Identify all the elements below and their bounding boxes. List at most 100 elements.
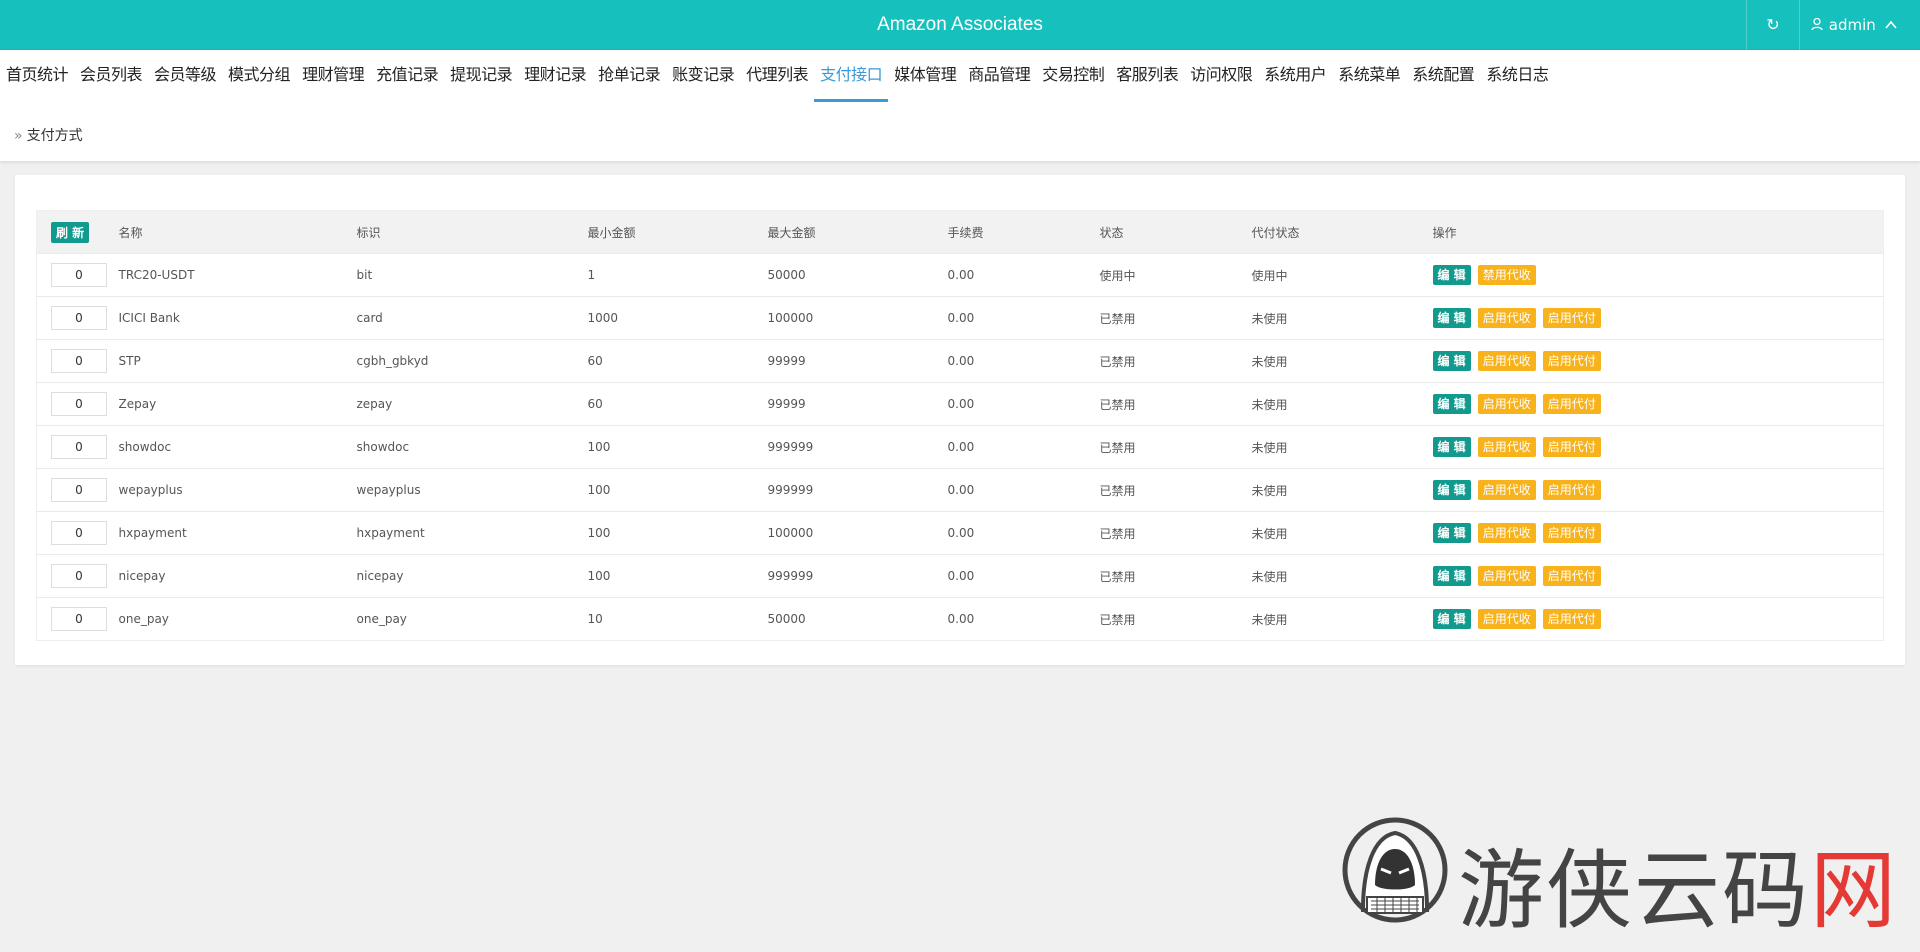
sort-input[interactable]: [51, 435, 107, 459]
max-cell: 100000: [767, 511, 948, 555]
status-cell: 已禁用: [1099, 597, 1252, 641]
fee-cell: 0.00: [947, 425, 1100, 469]
nav-tab-2[interactable]: 会员等级: [148, 60, 222, 106]
nav-tab-5[interactable]: 充值记录: [370, 60, 444, 106]
name-cell: one_pay: [118, 597, 357, 641]
refresh-sort-button[interactable]: 刷 新: [51, 221, 90, 243]
header-sort: 刷 新: [36, 210, 119, 254]
toggle-collection-button[interactable]: 启用代收: [1477, 351, 1536, 371]
page-refresh-button[interactable]: ↻: [1746, 0, 1800, 50]
edit-button[interactable]: 编 辑: [1432, 394, 1471, 414]
user-menu[interactable]: admin: [1810, 0, 1920, 50]
toggle-collection-button[interactable]: 启用代收: [1477, 480, 1536, 500]
main-nav: 首页统计 会员列表 会员等级 模式分组 理财管理 充值记录 提现记录 理财记录 抢单记录 账变记录…: [0, 50, 1920, 161]
status-cell: 已禁用: [1099, 511, 1252, 555]
edit-button[interactable]: 编 辑: [1432, 480, 1471, 500]
edit-button[interactable]: 编 辑: [1432, 351, 1471, 371]
actions-cell: 编 辑禁用代收: [1432, 253, 1884, 297]
fee-cell: 0.00: [947, 382, 1100, 426]
toggle-collection-button[interactable]: 禁用代收: [1477, 265, 1536, 285]
nav-tab-10[interactable]: 代理列表: [740, 60, 814, 106]
agent-status-cell: 未使用: [1251, 511, 1433, 555]
enable-payout-button[interactable]: 启用代付: [1542, 609, 1601, 629]
actions-cell: 编 辑启用代收 启用代付: [1432, 511, 1884, 555]
table-row: wepaypluswepayplus1009999990.00已禁用未使用编 辑…: [36, 468, 1884, 512]
enable-payout-button[interactable]: 启用代付: [1542, 308, 1601, 328]
min-cell: 1000: [587, 296, 768, 340]
double-chevron-right-icon: »: [14, 128, 23, 144]
status-cell: 已禁用: [1099, 425, 1252, 469]
nav-tab-6[interactable]: 提现记录: [444, 60, 518, 106]
toggle-collection-button[interactable]: 启用代收: [1477, 609, 1536, 629]
code-cell: showdoc: [356, 425, 588, 469]
sort-input[interactable]: [51, 478, 107, 502]
edit-button[interactable]: 编 辑: [1432, 437, 1471, 457]
min-cell: 60: [587, 382, 768, 426]
actions-cell: 编 辑启用代收 启用代付: [1432, 597, 1884, 641]
nav-tab-0[interactable]: 首页统计: [0, 60, 74, 106]
sort-input[interactable]: [51, 564, 107, 588]
nav-tab-8[interactable]: 抢单记录: [592, 60, 666, 106]
content-panel: 刷 新 名称 标识 最小金额 最大金额 手续费 状态 代付状态 操作 TRC20…: [15, 175, 1905, 665]
nav-tab-9[interactable]: 账变记录: [666, 60, 740, 106]
nav-tab-13[interactable]: 商品管理: [962, 60, 1036, 106]
code-cell: wepayplus: [356, 468, 588, 512]
sort-input[interactable]: [51, 263, 107, 287]
nav-tab-16[interactable]: 访问权限: [1184, 60, 1258, 106]
toggle-collection-button[interactable]: 启用代收: [1477, 394, 1536, 414]
max-cell: 100000: [767, 296, 948, 340]
agent-status-cell: 使用中: [1251, 253, 1433, 297]
agent-status-cell: 未使用: [1251, 554, 1433, 598]
nav-tab-3[interactable]: 模式分组: [222, 60, 296, 106]
min-cell: 100: [587, 511, 768, 555]
enable-payout-button[interactable]: 启用代付: [1542, 566, 1601, 586]
agent-status-cell: 未使用: [1251, 339, 1433, 383]
fee-cell: 0.00: [947, 511, 1100, 555]
toggle-collection-button[interactable]: 启用代收: [1477, 523, 1536, 543]
header-min: 最小金额: [587, 210, 768, 254]
sort-input[interactable]: [51, 521, 107, 545]
nav-tab-14[interactable]: 交易控制: [1036, 60, 1110, 106]
nav-tab-7[interactable]: 理财记录: [518, 60, 592, 106]
sort-cell: [36, 468, 119, 512]
hooded-hacker-icon: [1342, 817, 1448, 923]
edit-button[interactable]: 编 辑: [1432, 609, 1471, 629]
nav-tab-20[interactable]: 系统日志: [1480, 60, 1554, 106]
nav-tab-15[interactable]: 客服列表: [1110, 60, 1184, 106]
enable-payout-button[interactable]: 启用代付: [1542, 480, 1601, 500]
app-title: Amazon Associates: [877, 14, 1043, 35]
actions-cell: 编 辑启用代收 启用代付: [1432, 339, 1884, 383]
toggle-collection-button[interactable]: 启用代收: [1477, 566, 1536, 586]
table-row: showdocshowdoc1009999990.00已禁用未使用编 辑启用代收…: [36, 425, 1884, 469]
sort-input[interactable]: [51, 349, 107, 373]
max-cell: 50000: [767, 253, 948, 297]
edit-button[interactable]: 编 辑: [1432, 523, 1471, 543]
status-cell: 已禁用: [1099, 339, 1252, 383]
nav-tab-1[interactable]: 会员列表: [74, 60, 148, 106]
sort-cell: [36, 554, 119, 598]
toggle-collection-button[interactable]: 启用代收: [1477, 437, 1536, 457]
sort-input[interactable]: [51, 607, 107, 631]
nav-tab-18[interactable]: 系统菜单: [1332, 60, 1406, 106]
edit-button[interactable]: 编 辑: [1432, 308, 1471, 328]
enable-payout-button[interactable]: 启用代付: [1542, 437, 1601, 457]
sort-input[interactable]: [51, 392, 107, 416]
edit-button[interactable]: 编 辑: [1432, 265, 1471, 285]
enable-payout-button[interactable]: 启用代付: [1542, 394, 1601, 414]
nav-tab-17[interactable]: 系统用户: [1258, 60, 1332, 106]
code-cell: zepay: [356, 382, 588, 426]
toggle-collection-button[interactable]: 启用代收: [1477, 308, 1536, 328]
edit-button[interactable]: 编 辑: [1432, 566, 1471, 586]
sort-input[interactable]: [51, 306, 107, 330]
nav-tab-19[interactable]: 系统配置: [1406, 60, 1480, 106]
enable-payout-button[interactable]: 启用代付: [1542, 523, 1601, 543]
header-actions: 操作: [1432, 210, 1884, 254]
enable-payout-button[interactable]: 启用代付: [1542, 351, 1601, 371]
nav-tab-12[interactable]: 媒体管理: [888, 60, 962, 106]
user-name: admin: [1828, 16, 1876, 34]
nav-tab-11[interactable]: 支付接口: [814, 60, 889, 106]
nav-tab-4[interactable]: 理财管理: [296, 60, 370, 106]
header-agent-status: 代付状态: [1251, 210, 1433, 254]
status-cell: 已禁用: [1099, 468, 1252, 512]
table-row: STPcgbh_gbkyd60999990.00已禁用未使用编 辑启用代收启用代…: [36, 339, 1884, 383]
